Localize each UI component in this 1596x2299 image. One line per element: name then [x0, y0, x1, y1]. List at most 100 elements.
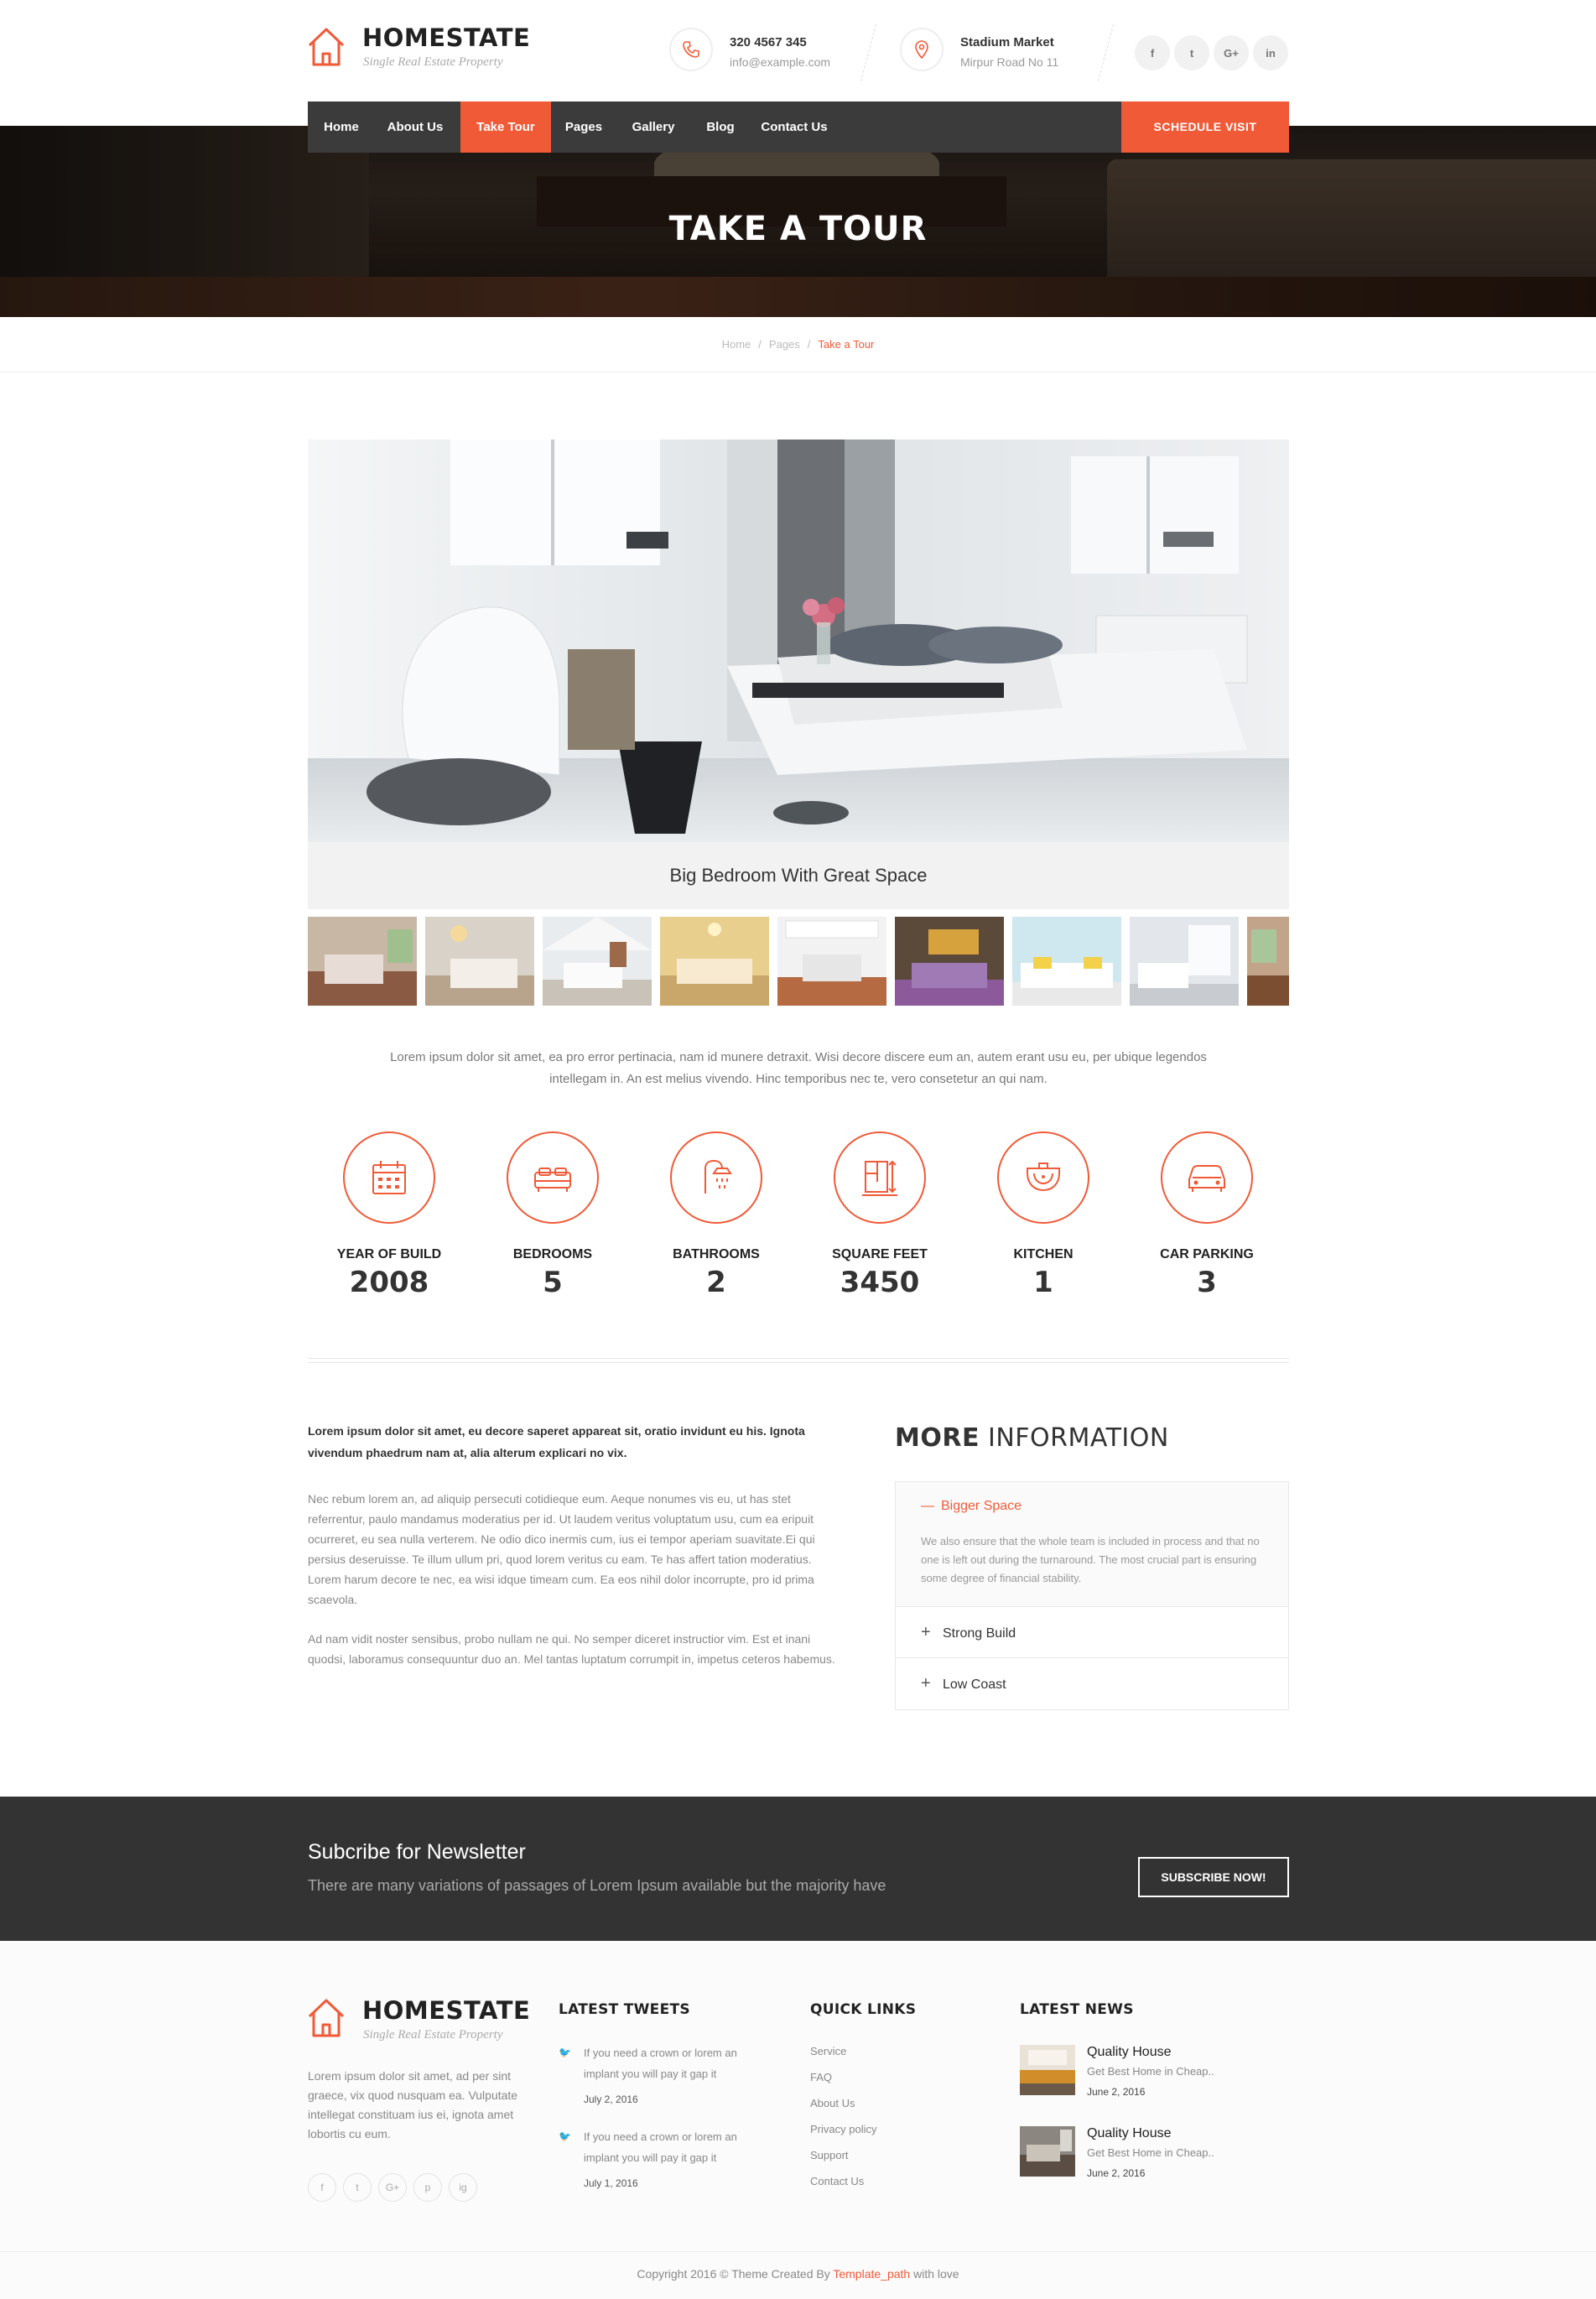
footer-about-text: Lorem ipsum dolor sit amet, ad per sint …: [308, 2069, 518, 2140]
schedule-visit-button[interactable]: SCHEDULE VISIT: [1121, 101, 1289, 153]
car-icon: [1188, 1165, 1225, 1192]
feature-year-of-build: YEAR OF BUILD 2008: [305, 1131, 473, 1299]
thumbnail-image: [777, 917, 886, 1006]
linkedin-icon[interactable]: in: [1253, 35, 1288, 70]
gallery-thumbnail[interactable]: [777, 917, 886, 1006]
breadcrumb-home[interactable]: Home: [722, 338, 751, 351]
footer-brand-name[interactable]: HOMESTATE: [362, 1996, 530, 2025]
calendar-icon: [372, 1161, 406, 1194]
news-title[interactable]: Quality House: [1087, 2126, 1172, 2141]
news-thumbnail[interactable]: [1020, 2045, 1075, 2095]
google-plus-icon[interactable]: G+: [378, 2173, 407, 2202]
feature-icon-circle: [1161, 1131, 1253, 1224]
more-information-title: MORE INFORMATION: [895, 1423, 1169, 1453]
gallery-thumbnail[interactable]: [425, 917, 534, 1006]
house-logo-icon[interactable]: [307, 1998, 346, 2038]
site-header: HOMESTATE Single Real Estate Property 32…: [0, 0, 1596, 101]
nav-item-take-tour[interactable]: Take Tour: [460, 101, 551, 153]
news-image: [1020, 2045, 1075, 2095]
newsletter-section: Subcribe for Newsletter There are many v…: [0, 1797, 1596, 1941]
brand-name[interactable]: HOMESTATE: [362, 23, 530, 52]
footer-link-support[interactable]: Support: [810, 2149, 849, 2161]
instagram-icon[interactable]: ig: [449, 2173, 477, 2202]
tweet-text[interactable]: If you need a crown or lorem an implant …: [584, 2042, 751, 2084]
news-title[interactable]: Quality House: [1087, 2045, 1172, 2060]
header-address-title: Stadium Market: [960, 35, 1054, 49]
accordion-item[interactable]: + Strong Build: [896, 1607, 1288, 1658]
nav-item-home[interactable]: Home: [308, 101, 375, 153]
gallery-main-image[interactable]: [308, 440, 1289, 842]
accordion-item[interactable]: + Low Coast: [896, 1658, 1288, 1709]
feature-icon-circle: [997, 1131, 1089, 1224]
copyright-link[interactable]: Template_path: [833, 2267, 910, 2281]
gallery-thumbnail[interactable]: [660, 917, 769, 1006]
footer-link-privacy[interactable]: Privacy policy: [810, 2123, 876, 2135]
gallery-caption: Big Bedroom With Great Space: [308, 842, 1289, 909]
twitter-icon: 🐦: [559, 2130, 571, 2142]
newsletter-subtitle: There are many variations of passages of…: [308, 1877, 886, 1894]
nav-item-gallery[interactable]: Gallery: [616, 101, 690, 153]
thumbnail-image: [895, 917, 1004, 1006]
accordion-header[interactable]: — Bigger Space: [921, 1499, 1263, 1514]
nav-item-blog[interactable]: Blog: [690, 101, 751, 153]
tweet-date: July 1, 2016: [584, 2177, 638, 2189]
accordion-body: We also ensure that the whole team is in…: [921, 1535, 1260, 1584]
bed-icon: [534, 1168, 571, 1192]
news-thumbnail[interactable]: [1020, 2126, 1075, 2177]
facebook-icon[interactable]: f: [1135, 35, 1170, 70]
accordion-title: Bigger Space: [941, 1499, 1022, 1513]
breadcrumb-current: Take a Tour: [818, 338, 875, 351]
nav-item-about[interactable]: About Us: [375, 101, 455, 153]
pinterest-icon[interactable]: p: [413, 2173, 442, 2202]
shower-icon: [704, 1159, 732, 1194]
header-divider: [860, 24, 877, 81]
twitter-icon[interactable]: t: [343, 2173, 372, 2202]
feature-label: CAR PARKING: [1160, 1247, 1254, 1261]
header-email[interactable]: info@example.com: [730, 55, 830, 69]
house-logo-icon[interactable]: [307, 27, 346, 67]
feature-value: 5: [543, 1266, 563, 1299]
news-subtitle: Get Best Home in Cheap..: [1087, 2146, 1214, 2159]
news-date: June 2, 2016: [1087, 2086, 1146, 2098]
google-plus-icon[interactable]: G+: [1214, 35, 1249, 70]
gallery-thumbnail[interactable]: [1247, 917, 1289, 1006]
page-hero-banner: TAKE A TOUR: [0, 126, 1596, 317]
feature-kitchen: KITCHEN 1: [959, 1131, 1127, 1299]
footer-link-about[interactable]: About Us: [810, 2097, 855, 2109]
copyright-text: Copyright 2016 © Theme Created By Templa…: [0, 2267, 1596, 2281]
tweet-text[interactable]: If you need a crown or lorem an implant …: [584, 2126, 751, 2168]
content-paragraph: Nec rebum lorem an, ad aliquip persecuti…: [308, 1492, 815, 1606]
minus-icon: —: [921, 1499, 934, 1513]
info-accordion: — Bigger Space We also ensure that the wh…: [895, 1481, 1289, 1710]
thumbnail-image: [1130, 917, 1239, 1006]
footer-news-title: LATEST NEWS: [1020, 2001, 1134, 2018]
footer-links-title: QUICK LINKS: [810, 2001, 917, 2018]
footer-link-service[interactable]: Service: [810, 2045, 846, 2057]
gallery-thumbnail[interactable]: [895, 917, 1004, 1006]
footer-link-contact[interactable]: Contact Us: [810, 2175, 864, 2187]
thumbnail-image: [1247, 917, 1289, 1006]
news-image: [1020, 2126, 1075, 2177]
twitter-icon: 🐦: [559, 2047, 571, 2058]
facebook-icon[interactable]: f: [308, 2173, 336, 2202]
feature-label: YEAR OF BUILD: [336, 1247, 442, 1261]
accordion-title: Strong Build: [943, 1626, 1016, 1641]
tour-intro-text: Lorem ipsum dolor sit amet, ea pro error…: [390, 1050, 1207, 1086]
gallery-thumbnail[interactable]: [1130, 917, 1239, 1006]
footer-tweets-title: LATEST TWEETS: [559, 2001, 690, 2018]
twitter-icon[interactable]: t: [1174, 35, 1209, 70]
accordion-item-open: — Bigger Space We also ensure that the wh…: [896, 1482, 1288, 1607]
footer-link-faq[interactable]: FAQ: [810, 2071, 832, 2083]
subscribe-button[interactable]: SUBSCRIBE NOW!: [1138, 1857, 1289, 1897]
title-rest: INFORMATION: [988, 1423, 1169, 1453]
gallery-thumbnail[interactable]: [543, 917, 652, 1006]
map-pin-icon: [915, 40, 928, 59]
gallery-thumbnail[interactable]: [308, 917, 417, 1006]
content-lead: Lorem ipsum dolor sit amet, eu decore sa…: [308, 1424, 805, 1459]
breadcrumb-pages[interactable]: Pages: [769, 338, 800, 351]
header-phone[interactable]: 320 4567 345: [730, 35, 807, 49]
nav-item-contact[interactable]: Contact Us: [751, 101, 838, 153]
gallery-thumbnail[interactable]: [1012, 917, 1121, 1006]
feature-label: BEDROOMS: [512, 1247, 593, 1261]
nav-item-pages[interactable]: Pages: [551, 101, 616, 153]
